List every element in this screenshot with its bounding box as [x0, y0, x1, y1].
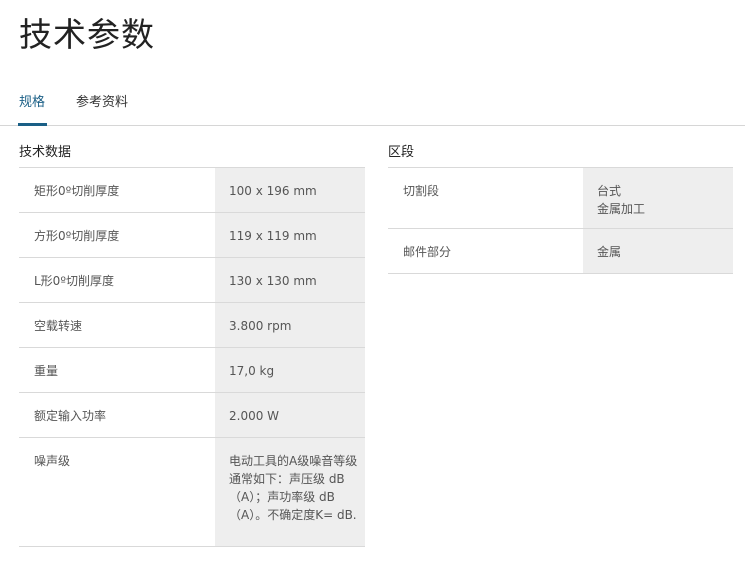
tab-bar: 规格 参考资料 — [0, 80, 745, 126]
spec-label: 空载转速 — [19, 303, 215, 347]
spec-label: 方形0º切削厚度 — [19, 213, 215, 257]
table-row: 矩形0º切削厚度 100 x 196 mm — [19, 168, 365, 213]
spec-value: 金属 — [583, 229, 733, 273]
spec-value: 130 x 130 mm — [215, 258, 365, 302]
table-row: 方形0º切削厚度 119 x 119 mm — [19, 213, 365, 258]
table-row: 额定输入功率 2.000 W — [19, 393, 365, 438]
segment-table: 切割段 台式 金属加工 邮件部分 金属 — [388, 167, 733, 274]
spec-value: 3.800 rpm — [215, 303, 365, 347]
spec-label: 切割段 — [388, 168, 583, 228]
spec-value: 2.000 W — [215, 393, 365, 437]
spec-value: 电动工具的A级噪音等级通常如下：声压级 dB（A）；声功率级 dB（A）。不确定… — [215, 438, 365, 546]
spec-label: 邮件部分 — [388, 229, 583, 273]
tab-references[interactable]: 参考资料 — [76, 91, 128, 110]
spec-label: 噪声级 — [19, 438, 215, 546]
table-row: 切割段 台式 金属加工 — [388, 168, 733, 229]
table-row: 邮件部分 金属 — [388, 229, 733, 274]
spec-value: 119 x 119 mm — [215, 213, 365, 257]
technical-data-table: 矩形0º切削厚度 100 x 196 mm 方形0º切削厚度 119 x 119… — [19, 167, 365, 547]
tab-specifications[interactable]: 规格 — [19, 91, 45, 110]
page-title: 技术参数 — [19, 15, 155, 54]
spec-label: 重量 — [19, 348, 215, 392]
segment-title: 区段 — [388, 145, 415, 160]
table-row: 重量 17,0 kg — [19, 348, 365, 393]
table-row: 噪声级 电动工具的A级噪音等级通常如下：声压级 dB（A）；声功率级 dB（A）… — [19, 438, 365, 547]
technical-data-title: 技术数据 — [19, 145, 72, 160]
spec-label: 额定输入功率 — [19, 393, 215, 437]
active-tab-indicator — [18, 123, 47, 126]
spec-label: 矩形0º切削厚度 — [19, 168, 215, 212]
spec-label: L形0º切削厚度 — [19, 258, 215, 302]
spec-value: 台式 金属加工 — [583, 168, 733, 228]
table-row: 空载转速 3.800 rpm — [19, 303, 365, 348]
spec-value: 100 x 196 mm — [215, 168, 365, 212]
spec-value: 17,0 kg — [215, 348, 365, 392]
table-row: L形0º切削厚度 130 x 130 mm — [19, 258, 365, 303]
